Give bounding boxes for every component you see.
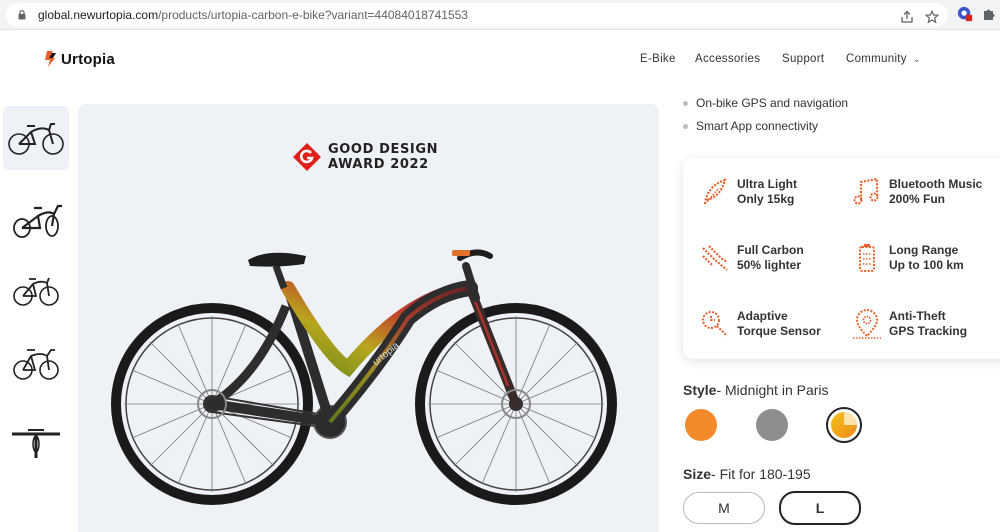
good-design-award-badge: GOOD DESIGN AWARD 2022 (292, 142, 438, 172)
size-selected-value: - Fit for 180-195 (711, 466, 811, 482)
carbon-e-bike-illustration: urtopia (111, 249, 617, 505)
feature-subtitle: 200% Fun (889, 192, 946, 206)
size-option-label: M (718, 500, 730, 516)
style-swatch-orange[interactable] (685, 409, 717, 441)
lock-icon (18, 10, 26, 20)
torque-sensor-icon (702, 311, 728, 337)
thumbnail-angle-view[interactable] (3, 186, 69, 250)
feature-long-range: Long Range Up to 100 km (851, 242, 964, 274)
feature-subtitle: 50% lighter (737, 258, 802, 272)
style-label-title: Style (683, 382, 717, 398)
thumbnail-side-view[interactable] (3, 106, 69, 170)
bike-thumbnail-icon (12, 429, 60, 458)
feature-title: Anti-Theft (889, 309, 946, 323)
puzzle-extensions-icon[interactable] (981, 6, 997, 22)
swatch-gradient-icon (831, 412, 857, 438)
bullet-app: Smart App connectivity (683, 119, 818, 133)
browser-toolbar: global.newurtopia.com/products/urtopia-c… (0, 0, 1000, 30)
thumbnail-handlebar[interactable] (3, 408, 69, 472)
style-selected-value: - Midnight in Paris (716, 382, 829, 398)
feature-anti-theft: Anti-Theft GPS Tracking (851, 308, 967, 340)
logo-text: Urtopia (61, 50, 115, 68)
award-line-2: AWARD 2022 (328, 157, 429, 172)
nav-support[interactable]: Support (782, 53, 824, 65)
urtopia-logo[interactable]: Urtopia (44, 50, 115, 68)
feature-title: Long Range (889, 243, 959, 257)
carbon-fiber-icon (702, 245, 728, 271)
size-label: Size- Fit for 180-195 (683, 466, 811, 482)
bike-thumbnail-icon (8, 123, 64, 155)
bullet-gps: On-bike GPS and navigation (683, 96, 848, 110)
style-swatch-grey[interactable] (756, 409, 788, 441)
url-path: /products/urtopia-carbon-e-bike?variant=… (158, 8, 468, 22)
site-header: Urtopia E-Bike Accessories Support Commu… (0, 30, 1000, 92)
bullet-text: On-bike GPS and navigation (696, 96, 849, 110)
gps-location-icon (853, 309, 881, 339)
style-label: Style- Midnight in Paris (683, 382, 829, 398)
feature-subtitle: Torque Sensor (737, 324, 821, 338)
feather-icon (703, 178, 727, 205)
feature-title: Full Carbon (737, 243, 804, 257)
thumbnail-rear-angle[interactable] (3, 330, 69, 394)
award-line-1: GOOD DESIGN (328, 142, 439, 157)
g-mark-award-icon (293, 143, 321, 171)
nav-community-label: Community (846, 53, 907, 65)
style-swatch-midnight-in-paris[interactable] (826, 407, 862, 443)
feature-bluetooth-music: Bluetooth Music 200% Fun (851, 176, 982, 208)
bookmark-star-icon[interactable] (924, 9, 940, 25)
urtopia-logo-mark-icon (45, 51, 56, 67)
extension-profile-icon[interactable] (957, 6, 973, 22)
music-note-icon (853, 177, 879, 205)
nav-accessories[interactable]: Accessories (695, 53, 760, 65)
feature-highlights-card: Ultra Light Only 15kg Bluetooth Music 200%… (683, 158, 1000, 359)
feature-ultra-light: Ultra Light Only 15kg (699, 176, 797, 208)
thumbnail-front-angle[interactable] (3, 258, 69, 322)
bike-thumbnail-icon (13, 277, 59, 306)
bullet-dot-icon (683, 123, 688, 129)
feature-title: Bluetooth Music (889, 177, 983, 191)
product-hero-image[interactable]: GOOD DESIGN AWARD 2022 urtopia (78, 104, 659, 532)
feature-subtitle: Only 15kg (737, 192, 795, 206)
feature-title: Ultra Light (737, 177, 797, 191)
feature-title: Adaptive (737, 309, 788, 323)
feature-subtitle: GPS Tracking (889, 324, 968, 338)
chevron-down-icon: ⌄ (912, 53, 921, 64)
battery-icon (859, 244, 875, 272)
nav-ebike[interactable]: E-Bike (640, 53, 676, 65)
size-option-l[interactable]: L (779, 491, 861, 525)
feature-full-carbon: Full Carbon 50% lighter (699, 242, 804, 274)
bullet-dot-icon (683, 100, 688, 106)
nav-community[interactable]: Community ⌄ (846, 53, 921, 65)
bike-thumbnail-icon (13, 204, 62, 238)
bike-thumbnail-icon (13, 349, 59, 380)
size-option-m[interactable]: M (683, 492, 765, 524)
share-icon[interactable] (899, 9, 915, 25)
bullet-text: Smart App connectivity (696, 119, 819, 133)
url-text: global.newurtopia.com/products/urtopia-c… (38, 8, 468, 22)
address-bar[interactable]: global.newurtopia.com/products/urtopia-c… (6, 3, 948, 27)
size-option-label: L (815, 500, 825, 516)
feature-subtitle: Up to 100 km (889, 258, 964, 272)
url-host: global.newurtopia.com (38, 8, 159, 22)
size-label-title: Size (683, 466, 712, 482)
feature-torque-sensor: Adaptive Torque Sensor (699, 308, 821, 340)
